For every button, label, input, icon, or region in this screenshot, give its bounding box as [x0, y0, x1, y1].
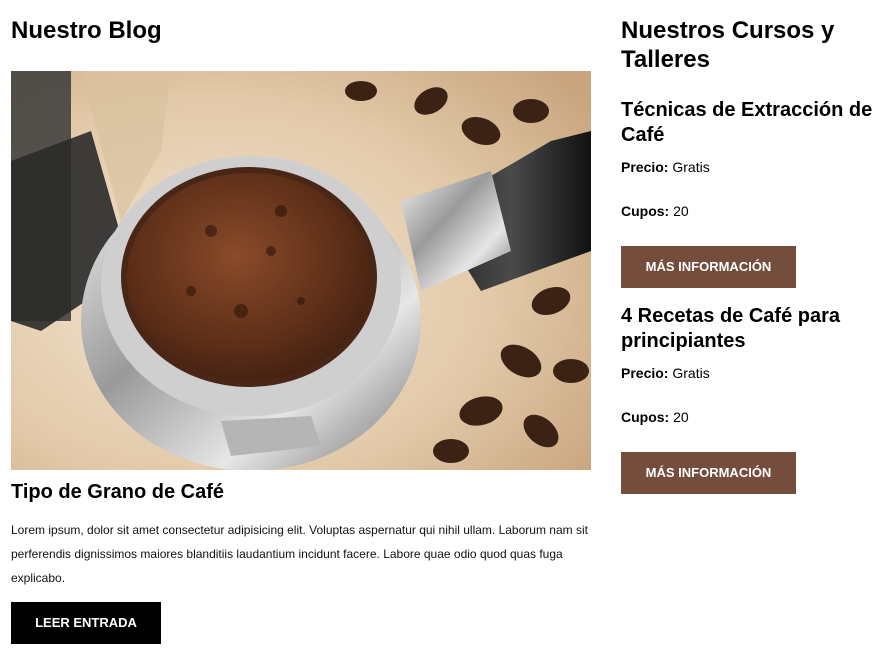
course-price: Precio: Gratis	[621, 158, 886, 176]
slots-label: Cupos:	[621, 203, 670, 219]
more-info-button[interactable]: MÁS INFORMACIÓN	[621, 246, 796, 288]
course-card: Técnicas de Extracción de Café Precio: G…	[621, 98, 886, 288]
more-info-button[interactable]: MÁS INFORMACIÓN	[621, 452, 796, 494]
price-label: Precio:	[621, 365, 669, 381]
slots-value: 20	[673, 409, 689, 425]
course-card: 4 Recetas de Café para principiantes Pre…	[621, 304, 886, 494]
course-title: Técnicas de Extracción de Café	[621, 99, 873, 146]
course-slots: Cupos: 20	[621, 202, 886, 220]
course-slots: Cupos: 20	[621, 408, 886, 426]
blog-post-excerpt: Lorem ipsum, dolor sit amet consectetur …	[11, 523, 588, 585]
blog-post-title: Tipo de Grano de Café	[11, 481, 224, 503]
price-value: Gratis	[672, 365, 710, 381]
courses-section: Nuestros Cursos y Talleres Técnicas de E…	[621, 16, 886, 494]
slots-value: 20	[673, 203, 689, 219]
blog-section: Nuestro Blog Tipo de Grano de Café Lorem…	[11, 16, 591, 644]
read-post-button[interactable]: LEER ENTRADA	[11, 602, 161, 644]
course-title: 4 Recetas de Café para principiantes	[621, 305, 841, 352]
slots-label: Cupos:	[621, 409, 670, 425]
blog-heading: Nuestro Blog	[11, 17, 162, 44]
course-price: Precio: Gratis	[621, 364, 886, 382]
price-label: Precio:	[621, 159, 669, 175]
price-value: Gratis	[672, 159, 710, 175]
courses-heading: Nuestros Cursos y Talleres	[621, 17, 835, 73]
blog-post-image	[11, 71, 591, 470]
